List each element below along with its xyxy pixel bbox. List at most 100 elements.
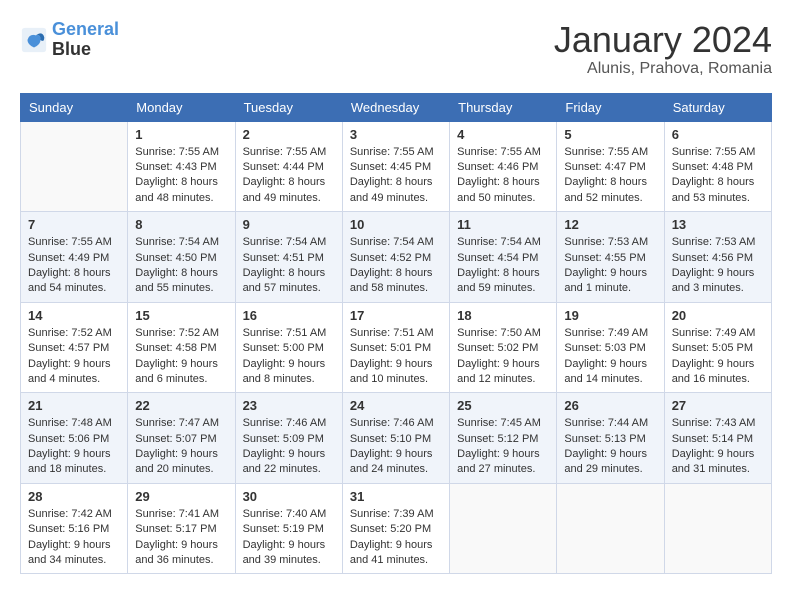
- calendar-cell: 19 Sunrise: 7:49 AMSunset: 5:03 PMDaylig…: [557, 302, 664, 393]
- day-number: 31: [350, 489, 442, 504]
- weekday-header-friday: Friday: [557, 93, 664, 121]
- calendar-cell: 30 Sunrise: 7:40 AMSunset: 5:19 PMDaylig…: [235, 483, 342, 574]
- calendar-cell: 4 Sunrise: 7:55 AMSunset: 4:46 PMDayligh…: [450, 121, 557, 212]
- day-number: 18: [457, 308, 549, 323]
- cell-content: Sunrise: 7:55 AMSunset: 4:48 PMDaylight:…: [672, 146, 756, 204]
- day-number: 16: [243, 308, 335, 323]
- cell-content: Sunrise: 7:50 AMSunset: 5:02 PMDaylight:…: [457, 327, 541, 385]
- calendar-cell: 25 Sunrise: 7:45 AMSunset: 5:12 PMDaylig…: [450, 393, 557, 484]
- weekday-header-wednesday: Wednesday: [342, 93, 449, 121]
- day-number: 25: [457, 398, 549, 413]
- location-title: Alunis, Prahova, Romania: [554, 60, 772, 78]
- cell-content: Sunrise: 7:40 AMSunset: 5:19 PMDaylight:…: [243, 508, 327, 566]
- day-number: 21: [28, 398, 120, 413]
- cell-content: Sunrise: 7:41 AMSunset: 5:17 PMDaylight:…: [135, 508, 219, 566]
- day-number: 13: [672, 217, 764, 232]
- calendar-cell: 2 Sunrise: 7:55 AMSunset: 4:44 PMDayligh…: [235, 121, 342, 212]
- calendar-cell: 6 Sunrise: 7:55 AMSunset: 4:48 PMDayligh…: [664, 121, 771, 212]
- cell-content: Sunrise: 7:55 AMSunset: 4:43 PMDaylight:…: [135, 146, 219, 204]
- day-number: 11: [457, 217, 549, 232]
- week-row-2: 7 Sunrise: 7:55 AMSunset: 4:49 PMDayligh…: [21, 212, 772, 303]
- cell-content: Sunrise: 7:49 AMSunset: 5:03 PMDaylight:…: [564, 327, 648, 385]
- logo: General Blue: [20, 20, 119, 60]
- cell-content: Sunrise: 7:55 AMSunset: 4:44 PMDaylight:…: [243, 146, 327, 204]
- cell-content: Sunrise: 7:54 AMSunset: 4:54 PMDaylight:…: [457, 236, 541, 294]
- weekday-header-sunday: Sunday: [21, 93, 128, 121]
- cell-content: Sunrise: 7:39 AMSunset: 5:20 PMDaylight:…: [350, 508, 434, 566]
- weekday-header-tuesday: Tuesday: [235, 93, 342, 121]
- month-title: January 2024: [554, 20, 772, 60]
- day-number: 19: [564, 308, 656, 323]
- day-number: 10: [350, 217, 442, 232]
- weekday-header-saturday: Saturday: [664, 93, 771, 121]
- day-number: 17: [350, 308, 442, 323]
- calendar-cell: 14 Sunrise: 7:52 AMSunset: 4:57 PMDaylig…: [21, 302, 128, 393]
- day-number: 8: [135, 217, 227, 232]
- calendar-cell: 10 Sunrise: 7:54 AMSunset: 4:52 PMDaylig…: [342, 212, 449, 303]
- day-number: 9: [243, 217, 335, 232]
- day-number: 23: [243, 398, 335, 413]
- weekday-header-row: SundayMondayTuesdayWednesdayThursdayFrid…: [21, 93, 772, 121]
- day-number: 15: [135, 308, 227, 323]
- calendar-cell: 15 Sunrise: 7:52 AMSunset: 4:58 PMDaylig…: [128, 302, 235, 393]
- calendar-cell: 29 Sunrise: 7:41 AMSunset: 5:17 PMDaylig…: [128, 483, 235, 574]
- day-number: 30: [243, 489, 335, 504]
- cell-content: Sunrise: 7:53 AMSunset: 4:56 PMDaylight:…: [672, 236, 756, 294]
- cell-content: Sunrise: 7:55 AMSunset: 4:49 PMDaylight:…: [28, 236, 112, 294]
- day-number: 29: [135, 489, 227, 504]
- cell-content: Sunrise: 7:46 AMSunset: 5:09 PMDaylight:…: [243, 417, 327, 475]
- calendar-cell: 3 Sunrise: 7:55 AMSunset: 4:45 PMDayligh…: [342, 121, 449, 212]
- day-number: 3: [350, 127, 442, 142]
- calendar-cell: 23 Sunrise: 7:46 AMSunset: 5:09 PMDaylig…: [235, 393, 342, 484]
- calendar-cell: [450, 483, 557, 574]
- calendar-cell: [557, 483, 664, 574]
- calendar-cell: 5 Sunrise: 7:55 AMSunset: 4:47 PMDayligh…: [557, 121, 664, 212]
- week-row-4: 21 Sunrise: 7:48 AMSunset: 5:06 PMDaylig…: [21, 393, 772, 484]
- cell-content: Sunrise: 7:51 AMSunset: 5:00 PMDaylight:…: [243, 327, 327, 385]
- calendar-cell: 20 Sunrise: 7:49 AMSunset: 5:05 PMDaylig…: [664, 302, 771, 393]
- calendar-cell: 26 Sunrise: 7:44 AMSunset: 5:13 PMDaylig…: [557, 393, 664, 484]
- cell-content: Sunrise: 7:47 AMSunset: 5:07 PMDaylight:…: [135, 417, 219, 475]
- title-section: January 2024 Alunis, Prahova, Romania: [554, 20, 772, 78]
- cell-content: Sunrise: 7:54 AMSunset: 4:51 PMDaylight:…: [243, 236, 327, 294]
- cell-content: Sunrise: 7:53 AMSunset: 4:55 PMDaylight:…: [564, 236, 648, 294]
- day-number: 28: [28, 489, 120, 504]
- day-number: 20: [672, 308, 764, 323]
- cell-content: Sunrise: 7:55 AMSunset: 4:45 PMDaylight:…: [350, 146, 434, 204]
- cell-content: Sunrise: 7:52 AMSunset: 4:58 PMDaylight:…: [135, 327, 219, 385]
- day-number: 2: [243, 127, 335, 142]
- calendar-cell: 13 Sunrise: 7:53 AMSunset: 4:56 PMDaylig…: [664, 212, 771, 303]
- day-number: 7: [28, 217, 120, 232]
- day-number: 22: [135, 398, 227, 413]
- day-number: 24: [350, 398, 442, 413]
- calendar-table: SundayMondayTuesdayWednesdayThursdayFrid…: [20, 93, 772, 575]
- calendar-cell: 9 Sunrise: 7:54 AMSunset: 4:51 PMDayligh…: [235, 212, 342, 303]
- cell-content: Sunrise: 7:55 AMSunset: 4:46 PMDaylight:…: [457, 146, 541, 204]
- day-number: 26: [564, 398, 656, 413]
- cell-content: Sunrise: 7:52 AMSunset: 4:57 PMDaylight:…: [28, 327, 112, 385]
- cell-content: Sunrise: 7:54 AMSunset: 4:50 PMDaylight:…: [135, 236, 219, 294]
- week-row-5: 28 Sunrise: 7:42 AMSunset: 5:16 PMDaylig…: [21, 483, 772, 574]
- weekday-header-monday: Monday: [128, 93, 235, 121]
- calendar-cell: 18 Sunrise: 7:50 AMSunset: 5:02 PMDaylig…: [450, 302, 557, 393]
- day-number: 5: [564, 127, 656, 142]
- day-number: 27: [672, 398, 764, 413]
- calendar-cell: 11 Sunrise: 7:54 AMSunset: 4:54 PMDaylig…: [450, 212, 557, 303]
- calendar-cell: 22 Sunrise: 7:47 AMSunset: 5:07 PMDaylig…: [128, 393, 235, 484]
- day-number: 14: [28, 308, 120, 323]
- week-row-1: 1 Sunrise: 7:55 AMSunset: 4:43 PMDayligh…: [21, 121, 772, 212]
- calendar-cell: [21, 121, 128, 212]
- calendar-cell: 7 Sunrise: 7:55 AMSunset: 4:49 PMDayligh…: [21, 212, 128, 303]
- cell-content: Sunrise: 7:48 AMSunset: 5:06 PMDaylight:…: [28, 417, 112, 475]
- calendar-cell: 21 Sunrise: 7:48 AMSunset: 5:06 PMDaylig…: [21, 393, 128, 484]
- calendar-cell: 8 Sunrise: 7:54 AMSunset: 4:50 PMDayligh…: [128, 212, 235, 303]
- header: General Blue January 2024 Alunis, Prahov…: [20, 20, 772, 78]
- cell-content: Sunrise: 7:46 AMSunset: 5:10 PMDaylight:…: [350, 417, 434, 475]
- cell-content: Sunrise: 7:44 AMSunset: 5:13 PMDaylight:…: [564, 417, 648, 475]
- calendar-cell: [664, 483, 771, 574]
- cell-content: Sunrise: 7:54 AMSunset: 4:52 PMDaylight:…: [350, 236, 434, 294]
- logo-text: General Blue: [52, 20, 119, 60]
- logo-icon: [20, 26, 48, 54]
- calendar-cell: 27 Sunrise: 7:43 AMSunset: 5:14 PMDaylig…: [664, 393, 771, 484]
- cell-content: Sunrise: 7:42 AMSunset: 5:16 PMDaylight:…: [28, 508, 112, 566]
